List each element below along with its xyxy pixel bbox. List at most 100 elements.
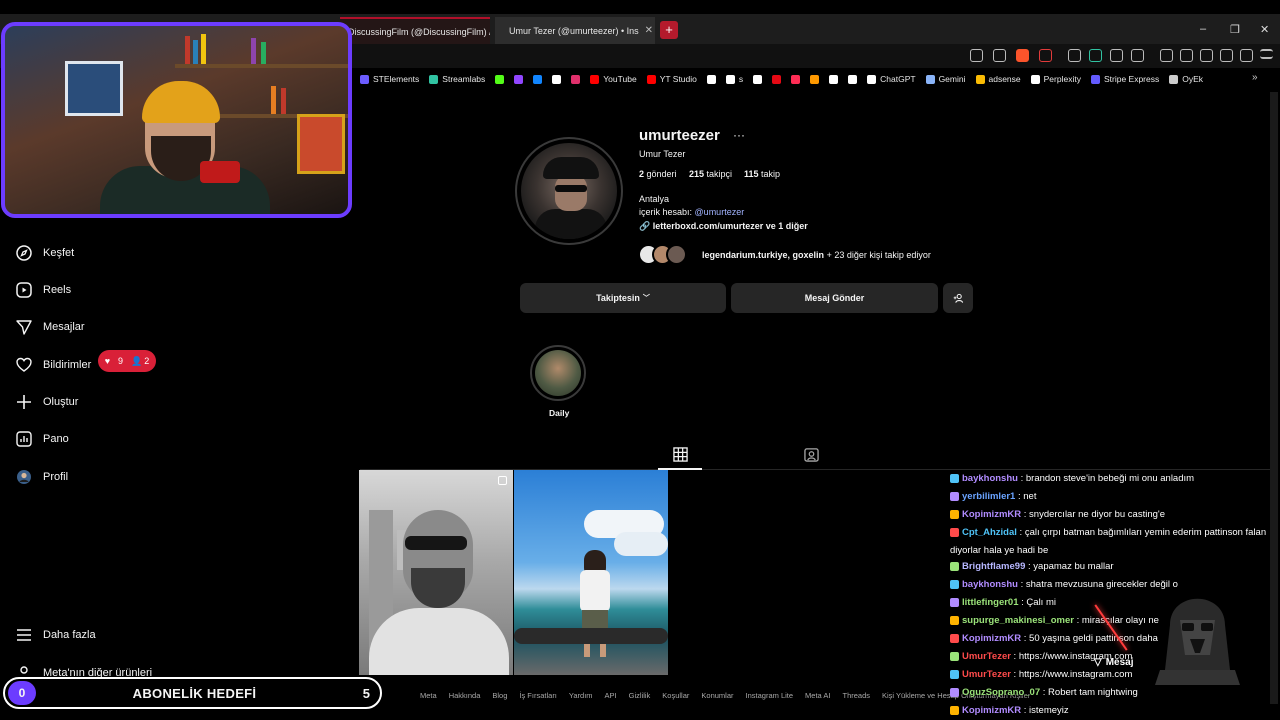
sidebar-item-dashboard[interactable]: Pano xyxy=(16,431,69,447)
new-tab-button[interactable]: + xyxy=(660,21,678,39)
bookmark-item[interactable]: adsense xyxy=(975,74,1021,84)
bookmark-item[interactable] xyxy=(772,74,782,84)
footer-link[interactable]: İş Fırsatları xyxy=(519,691,557,700)
tab-instagram-profile[interactable]: Umur Tezer (@umurteezer) • Ins ✕ xyxy=(495,17,655,44)
extension-icon[interactable] xyxy=(1068,49,1081,62)
post-thumbnail[interactable] xyxy=(359,470,513,675)
footer-link[interactable]: Konumlar xyxy=(701,691,733,700)
following-button[interactable]: Takiptesin ﹀ xyxy=(520,283,726,313)
profile-avatar[interactable] xyxy=(515,137,623,245)
bookmark-item[interactable] xyxy=(810,74,820,84)
sidebar-toggle-icon[interactable] xyxy=(1180,49,1193,62)
bookmark-item[interactable]: Stripe Express xyxy=(1090,74,1159,84)
add-person-button[interactable] xyxy=(943,283,973,313)
footer-link[interactable]: Meta AI xyxy=(805,691,830,700)
notification-badge[interactable]: ♥ 9 👤 2 xyxy=(98,350,156,372)
bookmark-item[interactable] xyxy=(706,74,716,84)
bookmark-item[interactable]: YouTube xyxy=(590,74,637,84)
extension-icon[interactable] xyxy=(1089,49,1102,62)
bookmark-item[interactable]: Perplexity xyxy=(1030,74,1081,84)
mutual-followers-avatars[interactable] xyxy=(638,244,698,266)
bookmark-item[interactable] xyxy=(571,74,581,84)
highlight-thumbnail xyxy=(535,350,581,396)
menu-icon[interactable] xyxy=(1260,49,1273,59)
chat-username: KopimizmKR xyxy=(962,509,1022,520)
chat-badge-icon xyxy=(950,473,959,483)
sidebar-item-create[interactable]: Oluştur xyxy=(16,394,78,410)
send-message-button[interactable]: Mesaj Gönder xyxy=(731,283,938,313)
sidebar-item-reels[interactable]: Reels xyxy=(16,282,71,298)
sidebar-item-explore[interactable]: Keşfet xyxy=(16,245,74,261)
tagged-icon[interactable] xyxy=(804,447,819,462)
subscription-goal-bar: 0 ABONELİK HEDEFİ 5 xyxy=(3,677,382,709)
profile-link[interactable]: 🔗 letterboxd.com/umurtezer ve 1 diğer xyxy=(639,221,808,232)
sidebar-item-notifications[interactable]: Bildirimler xyxy=(16,357,91,373)
extensions-puzzle-icon[interactable] xyxy=(1131,49,1144,62)
bookmark-item[interactable] xyxy=(533,74,543,84)
wallet-icon[interactable] xyxy=(1200,49,1213,62)
footer-link[interactable]: Yardım xyxy=(569,691,593,700)
bookmark-item[interactable] xyxy=(514,74,524,84)
bookmark-icon xyxy=(552,74,562,84)
footer-link[interactable]: Threads xyxy=(842,691,870,700)
menu-icon xyxy=(17,629,31,641)
grid-icon[interactable] xyxy=(673,447,688,462)
heart-icon xyxy=(16,357,32,372)
followers-stat[interactable]: 215 takipçi xyxy=(689,169,732,179)
bookmark-item[interactable]: Streamlabs xyxy=(429,74,485,84)
bio-account-link[interactable]: @umurtezer xyxy=(695,207,745,217)
vpn-icon[interactable] xyxy=(1220,49,1233,62)
footer-link[interactable]: Hakkında xyxy=(449,691,481,700)
mutual-followers-text[interactable]: legendarium.turkiye, goxelin + 23 diğer … xyxy=(702,250,931,260)
close-tab-icon[interactable]: ✕ xyxy=(645,25,653,36)
close-window-button[interactable]: ✕ xyxy=(1260,23,1269,36)
bookmark-item[interactable] xyxy=(495,74,505,84)
story-highlight[interactable] xyxy=(530,345,586,401)
chat-message: Cpt_Ahzidal : çalı çırpı batman bağımlıl… xyxy=(950,527,1267,556)
following-stat[interactable]: 115 takip xyxy=(744,169,780,179)
bookmark-item[interactable] xyxy=(753,74,763,84)
extension-icon[interactable] xyxy=(1110,49,1123,62)
footer-link[interactable]: Gizlilik xyxy=(629,691,651,700)
sidebar-item-messages[interactable]: Mesajlar xyxy=(16,319,85,335)
footer-link[interactable]: Meta xyxy=(420,691,437,700)
message-overlay-button[interactable]: ▽ Mesaj xyxy=(1094,657,1134,668)
cast-icon[interactable] xyxy=(970,49,983,62)
more-bookmarks-icon[interactable]: » xyxy=(1252,72,1258,83)
link-icon: 🔗 xyxy=(639,221,651,231)
share-icon[interactable] xyxy=(993,49,1006,62)
highlight-label: Daily xyxy=(549,408,570,418)
bookmark-item[interactable]: OyEk xyxy=(1169,74,1203,84)
brave-rewards-icon[interactable] xyxy=(1039,49,1052,62)
footer-link[interactable]: Koşullar xyxy=(662,691,689,700)
minimize-button[interactable]: – xyxy=(1200,23,1206,35)
bookmark-item[interactable] xyxy=(552,74,562,84)
bookmark-icon xyxy=(925,74,935,84)
footer-link[interactable]: Blog xyxy=(492,691,507,700)
bookmark-item[interactable]: s xyxy=(725,74,743,84)
maximize-button[interactable]: ❐ xyxy=(1230,23,1240,36)
bookmark-item[interactable] xyxy=(829,74,839,84)
brave-shield-icon[interactable] xyxy=(1016,49,1029,62)
music-icon[interactable] xyxy=(1160,49,1173,62)
bookmark-item[interactable]: ChatGPT xyxy=(867,74,916,84)
footer-link[interactable]: API xyxy=(605,691,617,700)
page-footer: Meta Hakkında Blog İş Fırsatları Yardım API Gi… xyxy=(420,691,1030,700)
bookmark-label: OyEk xyxy=(1182,74,1204,84)
post-thumbnail[interactable] xyxy=(514,470,668,675)
chat-text: snydercılar ne diyor bu casting'e xyxy=(1029,509,1165,520)
shield-icon[interactable] xyxy=(1240,49,1253,62)
tab-discussingfilm[interactable]: DiscussingFilm (@DiscussingFilm) / X xyxy=(340,17,490,44)
profile-full-name: Umur Tezer xyxy=(639,149,686,159)
bookmark-item[interactable]: STElements xyxy=(360,74,419,84)
bookmark-item[interactable]: Gemini xyxy=(925,74,966,84)
footer-link[interactable]: Instagram Lite xyxy=(746,691,794,700)
chat-badge-icon xyxy=(950,633,959,643)
sidebar-item-profile[interactable]: Profil xyxy=(16,469,68,485)
more-options-icon[interactable]: ··· xyxy=(733,128,745,142)
bookmark-item[interactable] xyxy=(791,74,801,84)
bookmark-item[interactable] xyxy=(848,74,858,84)
subgoal-target: 5 xyxy=(362,685,370,701)
bookmark-item[interactable]: YT Studio xyxy=(646,74,697,84)
sidebar-item-more[interactable]: Daha fazla xyxy=(16,627,96,643)
